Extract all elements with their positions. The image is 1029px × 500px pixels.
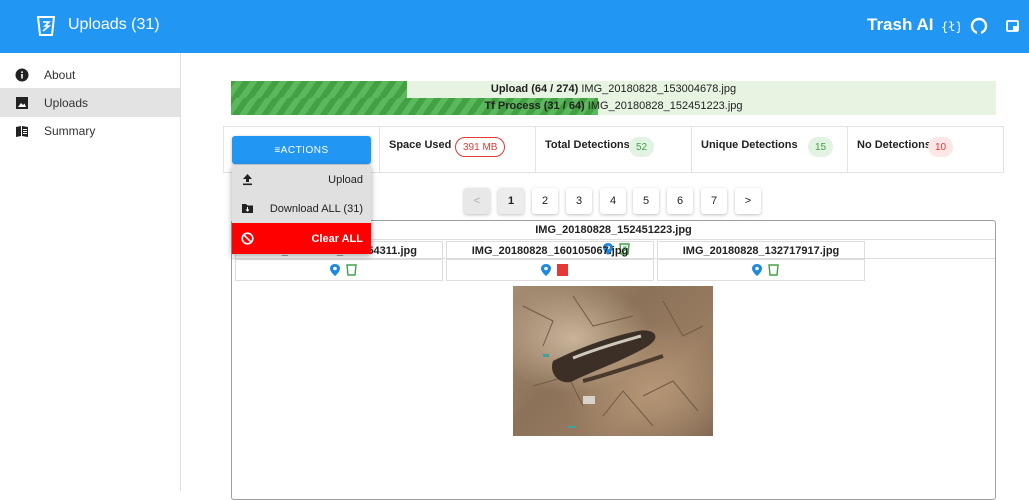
trash-status-icon bbox=[557, 264, 568, 276]
sidebar: About Uploads Summary bbox=[0, 53, 181, 491]
sidebar-item-label: Uploads bbox=[44, 95, 89, 110]
actions-menu: Upload Download ALL (31) Clear ALL bbox=[232, 165, 371, 254]
stat-space-used: Space Used 391 MB bbox=[380, 127, 536, 172]
map-pin-icon[interactable] bbox=[752, 264, 762, 276]
book-icon bbox=[16, 125, 28, 137]
image-icon bbox=[16, 96, 28, 109]
stat-unique-detections: Unique Detections 15 bbox=[692, 127, 848, 172]
menu-item-upload[interactable]: Upload bbox=[232, 165, 371, 194]
page-title: Uploads (31) bbox=[68, 16, 160, 33]
trash-status-icon bbox=[346, 264, 357, 276]
thumbnail-filename: IMG_20180828_132717917.jpg bbox=[658, 242, 864, 260]
sidebar-item-about[interactable]: About bbox=[0, 60, 180, 89]
upload-icon bbox=[243, 174, 252, 186]
page-button-2[interactable]: 2 bbox=[532, 188, 558, 214]
page-button-6[interactable]: 6 bbox=[667, 188, 693, 214]
sidebar-item-label: Summary bbox=[44, 123, 96, 138]
page-button-7[interactable]: 7 bbox=[701, 188, 727, 214]
map-pin-icon[interactable] bbox=[541, 264, 551, 276]
page-button-5[interactable]: 5 bbox=[633, 188, 659, 214]
actions-button[interactable]: ≡ACTIONS bbox=[232, 136, 371, 164]
no-detections-badge: 10 bbox=[928, 137, 954, 157]
trash-status-icon bbox=[768, 264, 779, 276]
pagination-prev[interactable]: < bbox=[464, 188, 490, 214]
menu-item-download-all[interactable]: Download ALL (31) bbox=[232, 194, 371, 223]
brand-name: Trash AI bbox=[867, 15, 934, 34]
tf-progress-text: Tf Process (31 / 64) IMG_20180828_152451… bbox=[484, 100, 743, 112]
sidebar-item-label: About bbox=[44, 67, 76, 82]
space-used-badge: 391 MB bbox=[455, 137, 506, 157]
svg-text:{ł}: {ł} bbox=[941, 20, 960, 34]
photo-content bbox=[522, 295, 704, 428]
cancel-icon bbox=[241, 232, 254, 245]
stat-total-detections: Total Detections 52 bbox=[536, 127, 692, 172]
thumbnail-card[interactable]: IMG_20180828_132717917.jpg bbox=[657, 241, 865, 281]
stat-no-detections: No Detections 10 bbox=[848, 127, 1003, 172]
page-button-4[interactable]: 4 bbox=[600, 188, 626, 214]
window-icon[interactable] bbox=[1003, 16, 1023, 36]
upload-progress-text: Upload (64 / 274) IMG_20180828_153004678… bbox=[490, 83, 737, 95]
thumbnail-filename: IMG_20180828_160105067.jpg bbox=[447, 242, 653, 260]
page-button-3[interactable]: 3 bbox=[566, 188, 592, 214]
total-detections-badge: 52 bbox=[629, 137, 655, 157]
code-braces-icon[interactable]: {ł} bbox=[940, 16, 960, 36]
menu-item-clear-all[interactable]: Clear ALL bbox=[232, 223, 371, 254]
progress-panel: Upload (64 / 274) IMG_20180828_153004678… bbox=[231, 81, 996, 115]
trash-logo-icon[interactable] bbox=[36, 15, 56, 37]
info-icon bbox=[15, 68, 29, 81]
uploaded-photo[interactable] bbox=[513, 286, 713, 436]
pagination-next[interactable]: > bbox=[735, 188, 761, 214]
map-pin-icon[interactable] bbox=[330, 264, 340, 276]
unique-detections-badge: 15 bbox=[808, 137, 834, 157]
thumbnail-card[interactable]: IMG_20180828_160105067.jpg bbox=[446, 241, 654, 281]
app-bar: Uploads (31) Trash AI {ł} bbox=[0, 0, 1029, 53]
sidebar-item-summary[interactable]: Summary bbox=[0, 116, 180, 145]
github-icon[interactable] bbox=[969, 16, 989, 36]
page-button-1[interactable]: 1 bbox=[498, 188, 524, 214]
folder-download-icon bbox=[242, 204, 253, 213]
sidebar-item-uploads[interactable]: Uploads bbox=[0, 88, 180, 117]
